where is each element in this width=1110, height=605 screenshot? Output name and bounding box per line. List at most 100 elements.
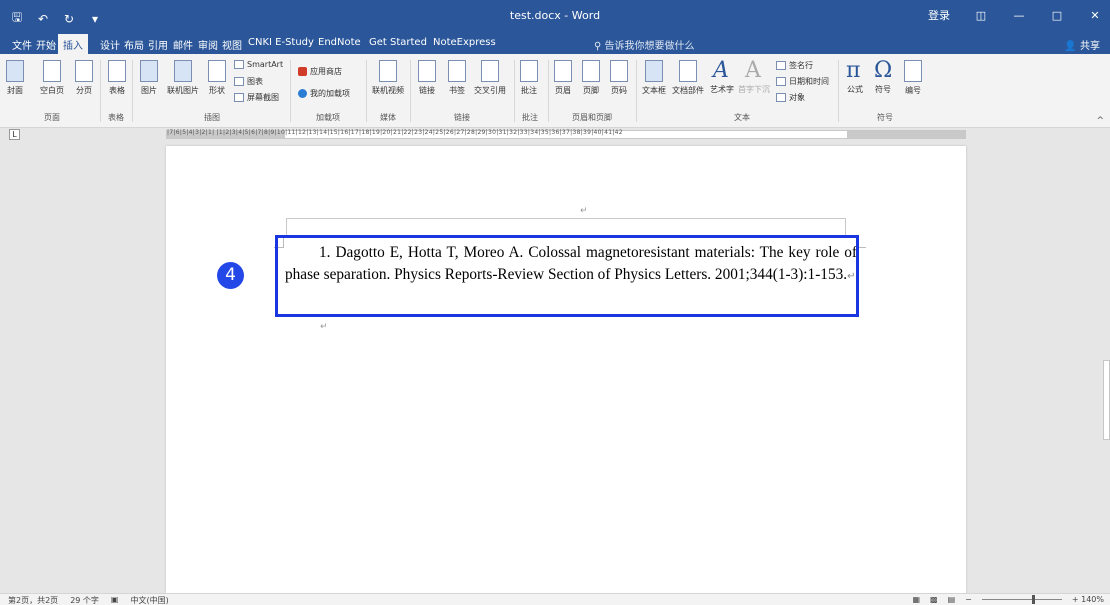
tab-home[interactable]: 开始 <box>36 37 56 52</box>
language-indicator[interactable]: 中文(中国) <box>130 595 168 605</box>
shapes-button[interactable]: 形状 <box>208 60 226 96</box>
cover-page-icon <box>6 60 24 82</box>
tab-get-started[interactable]: Get Started <box>369 37 427 48</box>
page-count[interactable]: 第2页，共2页 <box>8 595 58 605</box>
horizontal-ruler[interactable]: |7|6|5|4|3|2|1| |1|2|3|4|5|6|7|8|9|10|11… <box>166 129 966 139</box>
status-bar: 第2页，共2页 29 个字 ▣ 中文(中国) ▦ ▩ ▤ − + 140% <box>0 593 1110 605</box>
group-separator <box>514 60 515 122</box>
maximize-button[interactable]: □ <box>1050 9 1064 22</box>
tab-insert[interactable]: 插入 <box>58 34 88 54</box>
page-number-button[interactable]: 页码 <box>610 60 628 96</box>
document-page[interactable]: ↵ ↵ 1. Dagotto E, Hotta T, Moreo A. Colo… <box>166 146 966 593</box>
online-picture-button[interactable]: 联机图片 <box>167 60 199 96</box>
equation-button[interactable]: π 公式 <box>846 58 864 95</box>
omega-icon: Ω <box>874 58 893 83</box>
group-label-text: 文本 <box>734 113 750 122</box>
textbox-button[interactable]: 文本框 <box>642 60 666 96</box>
group-separator <box>410 60 411 122</box>
link-button[interactable]: 链接 <box>418 60 436 96</box>
tab-selector[interactable]: L <box>9 129 20 140</box>
bookmark-icon <box>448 60 466 82</box>
group-label-header-footer: 页眉和页脚 <box>572 113 612 122</box>
ribbon-display-icon[interactable]: ◫ <box>974 9 988 22</box>
page-break-button[interactable]: 分页 <box>75 60 93 96</box>
wordart-button[interactable]: A 艺术字 <box>710 58 734 95</box>
signin-button[interactable]: 登录 <box>928 7 950 23</box>
group-separator <box>636 60 637 122</box>
group-separator <box>100 60 101 122</box>
table-button[interactable]: 表格 <box>108 60 126 96</box>
share-button[interactable]: 👤 共享 <box>1064 37 1100 52</box>
header-icon <box>554 60 572 82</box>
online-picture-icon <box>174 60 192 82</box>
chart-button[interactable]: 图表 <box>234 76 263 87</box>
group-separator <box>132 60 133 122</box>
group-label-symbols: 符号 <box>877 113 893 122</box>
blank-page-button[interactable]: 空白页 <box>40 60 64 96</box>
footer-icon <box>582 60 600 82</box>
zoom-out-button[interactable]: − <box>965 595 972 604</box>
object-button[interactable]: 对象 <box>776 92 805 103</box>
number-button[interactable]: 编号 <box>904 60 922 96</box>
group-label-links: 链接 <box>454 113 470 122</box>
tab-layout[interactable]: 布局 <box>124 37 144 52</box>
share-label: 共享 <box>1080 41 1100 52</box>
group-label-pages: 页面 <box>44 113 60 122</box>
signature-line-button[interactable]: 签名行 <box>776 60 813 71</box>
quick-parts-icon <box>679 60 697 82</box>
scrollbar-thumb[interactable] <box>1103 360 1110 440</box>
tab-references[interactable]: 引用 <box>148 37 168 52</box>
tab-view[interactable]: 视图 <box>222 37 242 52</box>
tab-file[interactable]: 文件 <box>12 37 32 52</box>
collapse-ribbon-icon[interactable]: ^ <box>1096 116 1104 126</box>
quick-parts-button[interactable]: 文档部件 <box>672 60 704 96</box>
tab-design[interactable]: 设计 <box>100 37 120 52</box>
online-video-icon <box>379 60 397 82</box>
cross-reference-icon <box>481 60 499 82</box>
store-button[interactable]: 应用商店 <box>298 66 342 77</box>
symbol-button[interactable]: Ω 符号 <box>874 58 892 95</box>
tab-review[interactable]: 审阅 <box>198 37 218 52</box>
ribbon-tabs: 文件 开始 插入 设计 布局 引用 邮件 审阅 视图 CNKI E-Study … <box>0 34 1110 54</box>
footer-button[interactable]: 页脚 <box>582 60 600 96</box>
picture-button[interactable]: 图片 <box>140 60 158 96</box>
tab-endnote[interactable]: EndNote <box>318 37 361 48</box>
signature-icon <box>776 61 786 70</box>
tell-me-input[interactable]: ⚲ 告诉我你想要做什么 <box>594 37 695 52</box>
ribbon: 封面 空白页 分页 页面 表格 表格 图片 联机图片 形状 SmartArt 图… <box>0 54 1110 128</box>
proofing-icon[interactable]: ▣ <box>111 595 119 605</box>
date-time-button[interactable]: 日期和时间 <box>776 76 829 87</box>
calendar-icon <box>776 77 786 86</box>
online-video-button[interactable]: 联机视频 <box>372 60 404 96</box>
wordart-icon: A <box>713 58 729 83</box>
tell-me-text: 告诉我你想要做什么 <box>604 41 695 52</box>
my-addins-icon <box>298 89 307 98</box>
screenshot-button[interactable]: 屏幕截图 <box>234 92 279 103</box>
tab-cnki[interactable]: CNKI E-Study <box>248 37 314 48</box>
web-layout-icon[interactable]: ▤ <box>948 595 956 604</box>
zoom-slider[interactable] <box>981 595 1062 604</box>
close-button[interactable]: ✕ <box>1088 9 1102 22</box>
smartart-button[interactable]: SmartArt <box>234 60 283 69</box>
shapes-icon <box>208 60 226 82</box>
cross-reference-button[interactable]: 交叉引用 <box>474 60 506 96</box>
comment-button[interactable]: 批注 <box>520 60 538 96</box>
group-label-comments: 批注 <box>522 113 538 122</box>
print-layout-icon[interactable]: ▩ <box>930 595 938 604</box>
minimize-button[interactable]: — <box>1012 9 1026 22</box>
header-button[interactable]: 页眉 <box>554 60 572 96</box>
vertical-scrollbar[interactable] <box>1102 128 1110 593</box>
highlight-box <box>275 235 859 317</box>
group-label-tables: 表格 <box>108 113 124 122</box>
word-count[interactable]: 29 个字 <box>70 595 99 605</box>
tab-noteexpress[interactable]: NoteExpress <box>433 37 496 48</box>
read-mode-icon[interactable]: ▦ <box>912 595 920 604</box>
tab-mailings[interactable]: 邮件 <box>173 37 193 52</box>
drop-cap-button[interactable]: A 首字下沉 <box>738 58 770 95</box>
zoom-level[interactable]: + 140% <box>1072 595 1104 604</box>
my-addins-button[interactable]: 我的加载项 <box>298 88 350 99</box>
bookmark-button[interactable]: 书签 <box>448 60 466 96</box>
paragraph-mark: ↵ <box>320 322 328 332</box>
zoom-slider-thumb[interactable] <box>1031 595 1035 604</box>
cover-page-button[interactable]: 封面 <box>6 60 24 96</box>
